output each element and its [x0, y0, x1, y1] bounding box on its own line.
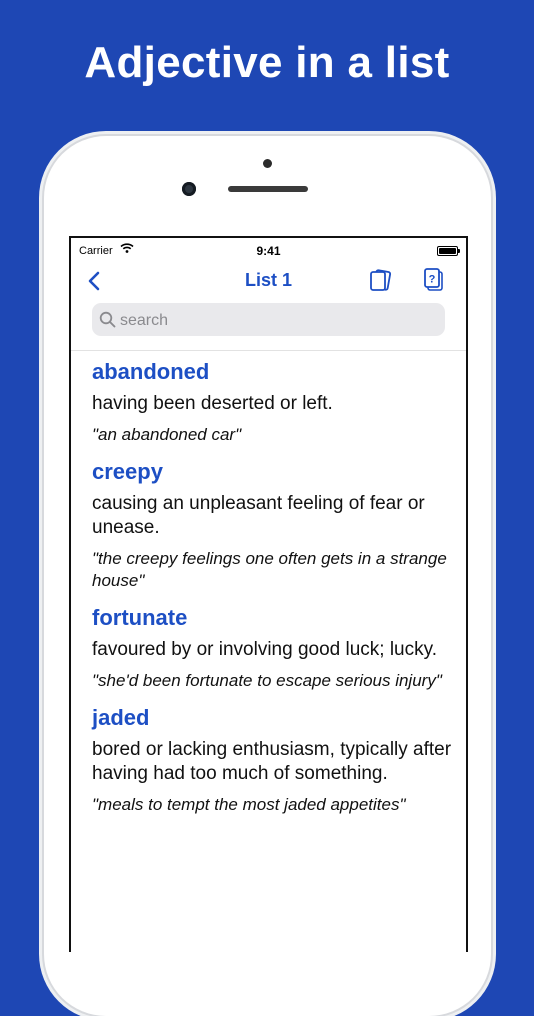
status-bar: Carrier 9:41	[71, 238, 466, 264]
divider	[71, 350, 466, 351]
flashcards-icon	[366, 269, 396, 300]
entry-word: fortunate	[92, 605, 188, 630]
entry-definition: favoured by or involving good luck; luck…	[92, 639, 437, 660]
list-item[interactable]: abandoned having been deserted or left. …	[92, 358, 452, 446]
battery-icon	[437, 246, 460, 256]
status-time: 9:41	[256, 244, 281, 258]
quiz-question-icon: ?	[419, 268, 449, 300]
list-item[interactable]: jaded bored or lacking enthusiasm, typic…	[92, 704, 452, 816]
front-camera-icon	[182, 182, 196, 196]
entry-example: "she'd been fortunate to escape serious …	[92, 671, 442, 690]
list-item[interactable]: creepy causing an unpleasant feeling of …	[92, 458, 452, 592]
entry-example: "the creepy feelings one often gets in a…	[92, 549, 447, 590]
proximity-sensor	[263, 159, 272, 168]
entry-example: "an abandoned car"	[92, 425, 242, 444]
word-list: abandoned having been deserted or left. …	[92, 358, 452, 828]
entry-definition: bored or lacking enthusiasm, typically a…	[92, 739, 452, 784]
earpiece-speaker	[228, 186, 308, 192]
search-input[interactable]	[118, 308, 432, 334]
search-icon	[99, 311, 116, 333]
quiz-button[interactable]: ?	[419, 266, 449, 296]
list-item[interactable]: fortunate favoured by or involving good …	[92, 604, 452, 692]
entry-word: jaded	[92, 705, 150, 730]
entry-word: creepy	[92, 459, 163, 484]
flashcards-button[interactable]	[366, 266, 396, 296]
search-bar[interactable]	[92, 303, 445, 336]
navigation-bar: List 1 ?	[71, 264, 466, 298]
entry-definition: causing an unpleasant feeling of fear or…	[92, 493, 425, 538]
page-title: List 1	[244, 270, 292, 290]
entry-example: "meals to tempt the most jaded appetites…	[92, 795, 406, 814]
app-screen: Carrier 9:41 List 1 ? search abandoned h…	[69, 236, 468, 952]
headline: Adjective in a list	[84, 38, 450, 87]
svg-text:?: ?	[429, 274, 436, 286]
power-button	[491, 308, 495, 368]
entry-definition: having been deserted or left.	[92, 393, 333, 414]
entry-word: abandoned	[92, 359, 210, 384]
